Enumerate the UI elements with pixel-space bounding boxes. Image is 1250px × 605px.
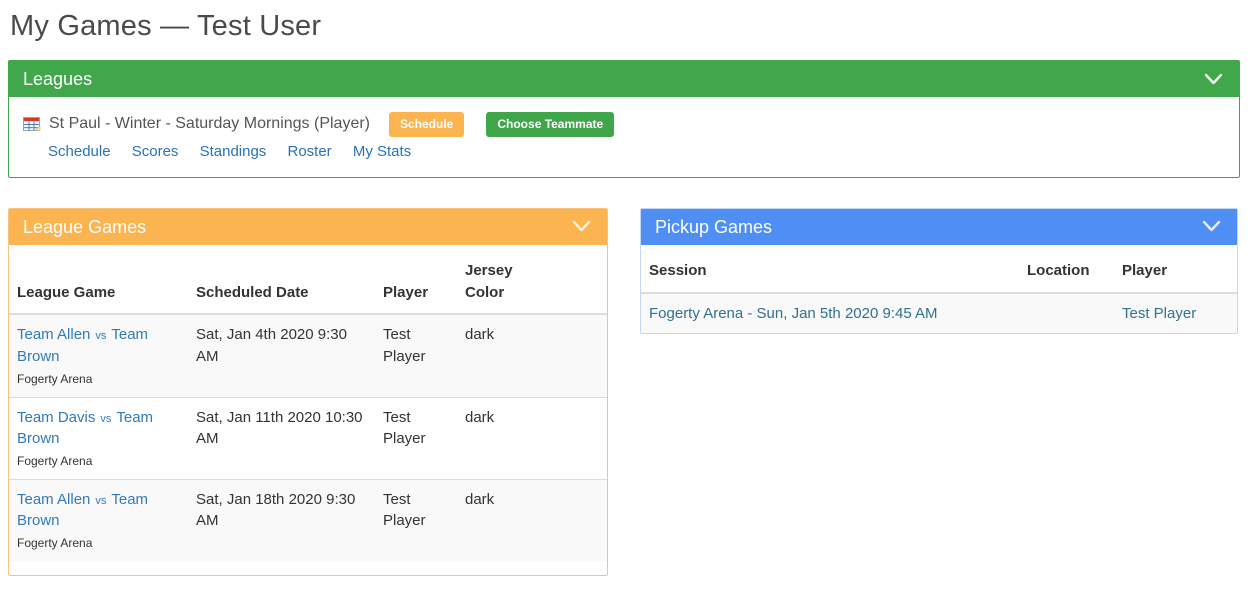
league-name: St Paul - Winter - Saturday Mornings (Pl… [49,115,370,133]
session-link[interactable]: Fogerty Arena - Sun, Jan 5th 2020 9:45 A… [649,305,938,322]
league-games-panel-title: League Games [23,215,146,239]
leagues-panel: Leagues St Paul - Win [8,60,1240,178]
table-row: Fogerty Arena - Sun, Jan 5th 2020 9:45 A… [641,293,1237,334]
col-jersey-color: Jersey Color [457,245,607,315]
chevron-down-icon[interactable] [1200,218,1223,235]
chevron-down-icon[interactable] [570,218,593,235]
leagues-panel-header[interactable]: Leagues [9,61,1239,97]
pickup-games-panel-body: Session Location Player Fogerty Arena - … [641,245,1237,334]
league-link-schedule[interactable]: Schedule [48,143,111,160]
player-name: Test Player [375,397,457,479]
col-scheduled-date: Scheduled Date [188,245,375,315]
table-row: Team AllenvsTeam Brown Fogerty Arena Sat… [9,479,607,561]
pickup-games-panel: Pickup Games Session Location Player [640,208,1238,335]
leagues-panel-body: St Paul - Winter - Saturday Mornings (Pl… [9,97,1239,176]
game-link[interactable]: Team AllenvsTeam Brown [17,491,148,530]
pickup-games-column: Pickup Games Session Location Player [640,208,1238,335]
venue-label: Fogerty Arena [17,372,180,388]
chevron-down-icon[interactable] [1202,71,1225,88]
venue-label: Fogerty Arena [17,536,180,552]
col-location: Location [1019,245,1114,293]
col-player: Player [1114,245,1237,293]
player-name: Test Player [375,314,457,397]
location-cell [1019,293,1114,334]
schedule-table-icon [23,117,41,132]
schedule-button[interactable]: Schedule [389,112,464,136]
scheduled-date: Sat, Jan 11th 2020 10:30 AM [188,397,375,479]
game-link[interactable]: Team AllenvsTeam Brown [17,326,148,365]
league-games-column: League Games League Game Scheduled Date … [8,208,608,576]
col-session: Session [641,245,1019,293]
league-games-panel-body: League Game Scheduled Date Player Jersey… [9,245,607,575]
pickup-games-panel-header[interactable]: Pickup Games [641,209,1237,245]
table-row: Team DavisvsTeam Brown Fogerty Arena Sat… [9,397,607,479]
pickup-games-table: Session Location Player Fogerty Arena - … [641,245,1237,334]
league-link-my-stats[interactable]: My Stats [353,143,411,160]
panels-row: League Games League Game Scheduled Date … [8,208,1240,576]
league-games-panel: League Games League Game Scheduled Date … [8,208,608,576]
table-row: Team AllenvsTeam Brown Fogerty Arena Sat… [9,314,607,397]
leagues-panel-title: Leagues [23,67,92,91]
col-league-game: League Game [9,245,188,315]
pickup-games-panel-title: Pickup Games [655,215,772,239]
pickup-games-header-row: Session Location Player [641,245,1237,293]
jersey-color: dark [457,479,607,561]
league-link-roster[interactable]: Roster [287,143,331,160]
league-links: Schedule Scores Standings Roster My Stat… [48,143,1225,160]
league-link-standings[interactable]: Standings [200,143,267,160]
page-title: My Games — Test User [10,10,1240,43]
scheduled-date: Sat, Jan 18th 2020 9:30 AM [188,479,375,561]
venue-label: Fogerty Arena [17,454,180,470]
league-link-scores[interactable]: Scores [132,143,179,160]
jersey-color: dark [457,314,607,397]
page: My Games — Test User Leagues [0,0,1250,588]
league-games-header-row: League Game Scheduled Date Player Jersey… [9,245,607,315]
choose-teammate-button[interactable]: Choose Teammate [486,112,614,136]
league-games-panel-header[interactable]: League Games [9,209,607,245]
player-link[interactable]: Test Player [1122,305,1196,322]
col-player: Player [375,245,457,315]
league-row: St Paul - Winter - Saturday Mornings (Pl… [23,112,1225,136]
scheduled-date: Sat, Jan 4th 2020 9:30 AM [188,314,375,397]
player-name: Test Player [375,479,457,561]
game-link[interactable]: Team DavisvsTeam Brown [17,409,153,448]
league-games-table: League Game Scheduled Date Player Jersey… [9,245,607,561]
jersey-color: dark [457,397,607,479]
